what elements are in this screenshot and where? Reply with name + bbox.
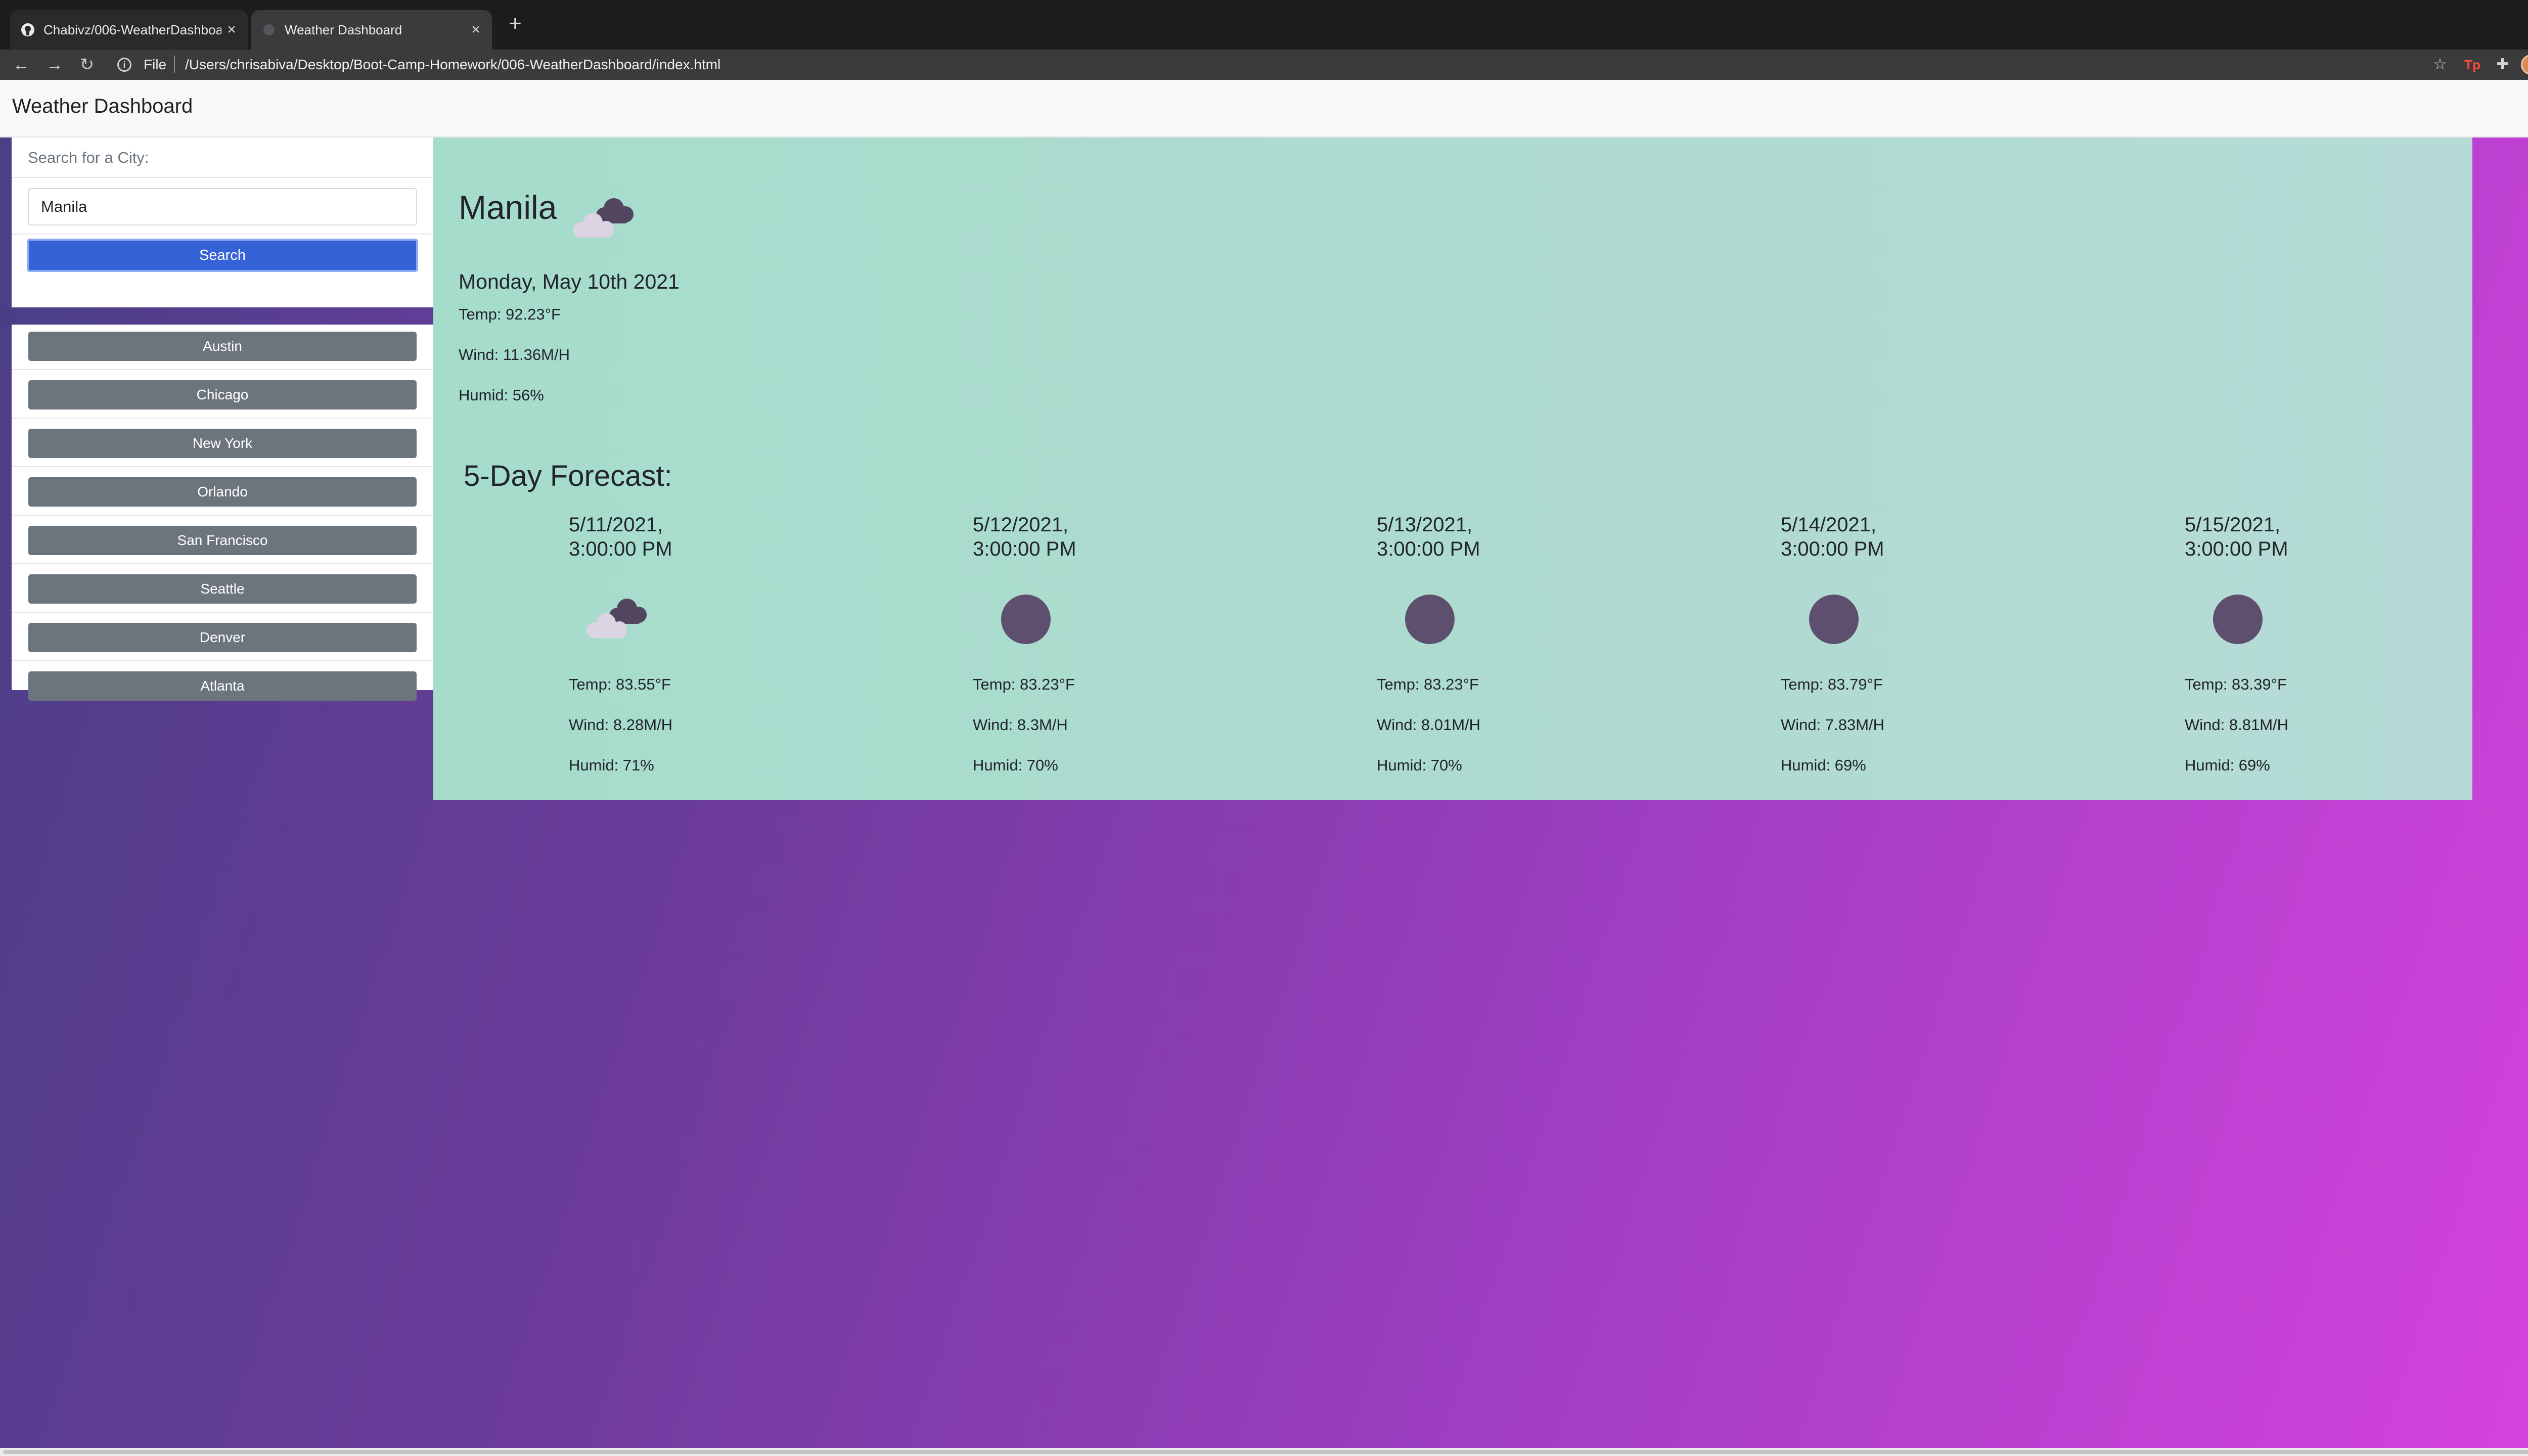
history-city-button[interactable]: Seattle	[28, 574, 417, 604]
current-date: Monday, May 10th 2021	[459, 270, 680, 293]
forecast-date: 5/12/2021, 3:00:00 PM	[973, 514, 1076, 560]
current-city-name: Manila	[459, 189, 557, 226]
divider	[12, 563, 433, 564]
forward-icon[interactable]: →	[43, 54, 66, 76]
rain-icon	[1809, 595, 1859, 644]
forecast-date: 5/14/2021, 3:00:00 PM	[1781, 514, 1884, 560]
forecast-date: 5/13/2021, 3:00:00 PM	[1377, 514, 1480, 560]
forecast-day: 5/14/2021, 3:00:00 PM Temp: 83.79°F Wind…	[1781, 513, 2003, 776]
forecast-temp: Temp: 83.23°F	[1377, 675, 1479, 693]
divider	[12, 660, 433, 661]
forecast-humidity: Humid: 70%	[1377, 756, 1462, 774]
browser-toolbar: ← → ↻ i File /Users/chrisabiva/Desktop/B…	[0, 50, 2528, 80]
history-city-button[interactable]: New York	[28, 429, 417, 458]
scrollbar-thumb[interactable]	[3, 1450, 2528, 1454]
reload-icon[interactable]: ↻	[76, 54, 98, 76]
search-button[interactable]: Search	[27, 239, 418, 272]
address-bar[interactable]: /Users/chrisabiva/Desktop/Boot-Camp-Home…	[185, 57, 720, 73]
forecast-day: 5/13/2021, 3:00:00 PM Temp: 83.23°F Wind…	[1377, 513, 1599, 776]
forecast-humidity: Humid: 69%	[1781, 756, 1866, 774]
history-city-button[interactable]: Denver	[28, 623, 417, 652]
profile-avatar[interactable]	[2521, 55, 2528, 75]
forecast-day: 5/12/2021, 3:00:00 PM Temp: 83.23°F Wind…	[973, 513, 1195, 776]
rain-icon	[1405, 595, 1455, 644]
forecast-wind: Wind: 8.81M/H	[2185, 716, 2289, 734]
divider	[12, 466, 433, 467]
browser-tab-weather-dashboard[interactable]: Weather Dashboard ×	[251, 10, 492, 50]
forecast-day: 5/15/2021, 3:00:00 PM Temp: 83.39°F Wind…	[2185, 513, 2407, 776]
forecast-wind: Wind: 8.01M/H	[1377, 716, 1481, 734]
history-city-button[interactable]: Chicago	[28, 380, 417, 410]
divider	[12, 418, 433, 419]
github-icon	[21, 23, 34, 36]
forecast-date: 5/11/2021, 3:00:00 PM	[569, 514, 672, 560]
forecast-wind: Wind: 8.3M/H	[973, 716, 1068, 734]
rain-icon	[2213, 595, 2263, 644]
history-city-button[interactable]: Atlanta	[28, 671, 417, 701]
rain-icon	[1001, 595, 1051, 644]
browser-tabstrip: Chabivz/006-WeatherDashboard × Weather D…	[0, 0, 2528, 50]
search-input[interactable]	[28, 188, 417, 225]
page-title: Weather Dashboard	[12, 95, 193, 117]
history-city-button[interactable]: Orlando	[28, 477, 417, 507]
cloudy-icon	[586, 599, 647, 638]
forecast-day: 5/11/2021, 3:00:00 PM Temp: 83.55°F Wind…	[569, 513, 791, 776]
url-scheme: File	[144, 57, 167, 72]
forecast-humidity: Humid: 70%	[973, 756, 1058, 774]
info-icon[interactable]: i	[117, 58, 131, 72]
current-humidity: Humid: 56%	[459, 386, 544, 404]
horizontal-scrollbar[interactable]	[0, 1448, 2528, 1456]
forecast-temp: Temp: 83.23°F	[973, 675, 1075, 693]
divider	[12, 234, 433, 235]
history-city-button[interactable]: Austin	[28, 332, 417, 361]
current-wind: Wind: 11.36M/H	[459, 346, 570, 363]
history-city-button[interactable]: San Francisco	[28, 526, 417, 555]
new-tab-icon[interactable]: +	[503, 11, 528, 36]
url-divider	[174, 56, 175, 73]
star-icon[interactable]: ☆	[2430, 55, 2450, 75]
divider	[12, 369, 433, 370]
divider	[12, 177, 433, 178]
forecast-temp: Temp: 83.39°F	[2185, 675, 2287, 693]
forecast-title: 5-Day Forecast:	[464, 460, 672, 492]
background-band	[0, 307, 433, 325]
forecast-humidity: Humid: 69%	[2185, 756, 2270, 774]
forecast-humidity: Humid: 71%	[569, 756, 654, 774]
search-label: Search for a City:	[28, 149, 149, 166]
close-tab-icon[interactable]: ×	[466, 21, 486, 38]
current-temp: Temp: 92.23°F	[459, 305, 561, 323]
forecast-temp: Temp: 83.55°F	[569, 675, 671, 693]
forecast-wind: Wind: 8.28M/H	[569, 716, 673, 734]
back-icon[interactable]: ←	[10, 54, 32, 76]
divider	[12, 515, 433, 516]
page-icon	[263, 24, 275, 35]
close-tab-icon[interactable]: ×	[221, 21, 242, 38]
page-header: Weather Dashboard	[0, 80, 2528, 138]
history-list: Austin Chicago New York Orlando San Fran…	[12, 325, 433, 701]
extension-tp-icon[interactable]: Tp	[2462, 55, 2482, 75]
divider	[12, 612, 433, 613]
page-viewport: Weather Dashboard Search for a City: Sea…	[0, 80, 2528, 1448]
tab-title: Weather Dashboard	[285, 22, 402, 37]
browser-tab-github[interactable]: Chabivz/006-WeatherDashboard ×	[10, 10, 248, 50]
forecast-temp: Temp: 83.79°F	[1781, 675, 1883, 693]
forecast-date: 5/15/2021, 3:00:00 PM	[2185, 514, 2288, 560]
extensions-puzzle-icon[interactable]: ✚	[2493, 55, 2513, 75]
cloudy-icon	[573, 198, 634, 238]
forecast-wind: Wind: 7.83M/H	[1781, 716, 1885, 734]
tab-title: Chabivz/006-WeatherDashboard	[43, 22, 221, 37]
weather-card: Manila Monday, May 10th 2021 Temp: 92.23…	[433, 138, 2472, 800]
